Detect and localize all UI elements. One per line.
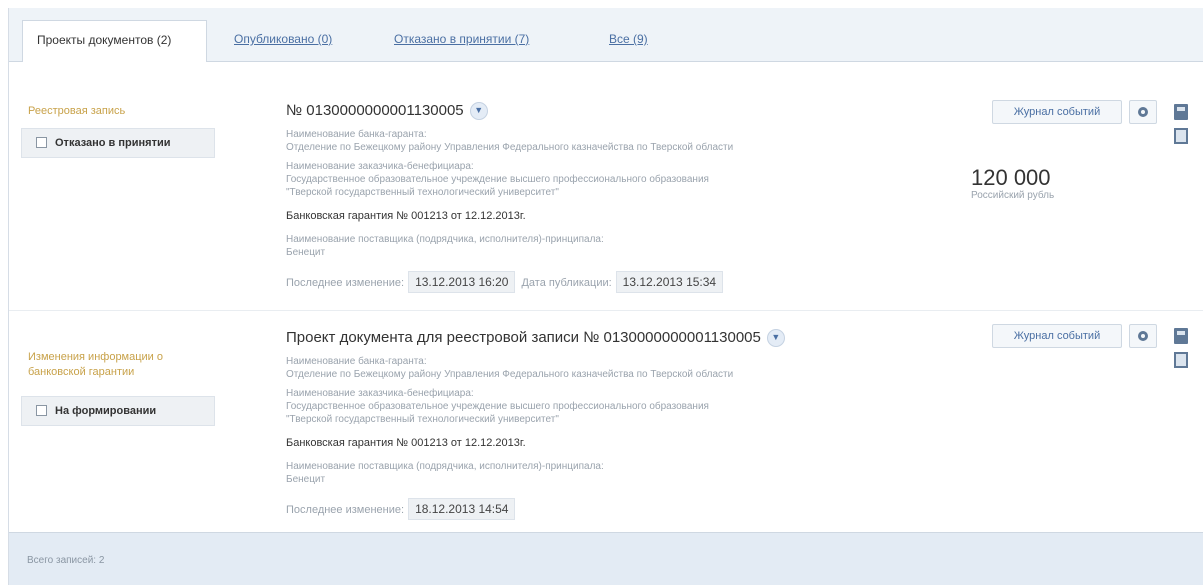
document-icon[interactable]	[1174, 352, 1188, 368]
customer-value: Государственное образовательное учрежден…	[286, 174, 709, 185]
status-checkbox-icon	[36, 136, 47, 148]
tab-rejected[interactable]: Отказано в принятии (7)	[394, 20, 529, 62]
record-number: Проект документа для реестровой записи №…	[286, 329, 761, 346]
customer-label: Наименование заказчика-бенефициара:	[286, 161, 474, 172]
record-details: Проект документа для реестровой записи №…	[286, 327, 886, 520]
divider	[9, 310, 1203, 311]
guarantee-line: Банковская гарантия № 001213 от 12.12.20…	[286, 437, 526, 449]
settings-button[interactable]	[1129, 100, 1157, 124]
chevron-down-icon[interactable]: ▼	[766, 329, 785, 348]
customer-value: Государственное образовательное учрежден…	[286, 401, 709, 412]
event-log-button[interactable]: Журнал событий	[992, 324, 1122, 348]
chevron-down-icon[interactable]: ▼	[469, 102, 488, 121]
record-details: № 0130000000001130005 ▼ Наименование банк…	[286, 100, 886, 293]
document-icon[interactable]	[1174, 128, 1188, 144]
record-dates: Последнее изменение: 13.12.2013 16:20 Дата…	[286, 271, 886, 293]
registry-record: Реестровая запись Отказано в принятии № …	[9, 70, 1203, 310]
supplier-value: Бенецит	[286, 474, 326, 485]
amount-value: 120 000	[971, 165, 1051, 190]
bank-label: Наименование банка-гаранта:	[286, 129, 427, 140]
guarantee-amount: 120 000 Российский рубль	[971, 166, 1054, 202]
list-footer: Всего записей: 2	[9, 532, 1203, 585]
publish-value: 13.12.2013 15:34	[615, 271, 724, 293]
event-log-button[interactable]: Журнал событий	[992, 100, 1122, 124]
currency-label: Российский рубль	[971, 190, 1055, 201]
tab-drafts[interactable]: Проекты документов (2)	[22, 20, 207, 62]
gear-icon	[1138, 107, 1148, 117]
tab-all[interactable]: Все (9)	[609, 20, 648, 62]
registry-panel: Проекты документов (2) Опубликовано (0) …	[8, 8, 1203, 585]
customer-value-cont: "Тверской государственный технологически…	[286, 187, 559, 198]
customer-label: Наименование заказчика-бенефициара:	[286, 388, 474, 399]
record-title: Проект документа для реестровой записи №…	[286, 327, 886, 349]
status-checkbox-icon	[36, 404, 47, 416]
bank-label: Наименование банка-гаранта:	[286, 356, 427, 367]
status-badge: Отказано в принятии	[21, 128, 215, 158]
print-icon[interactable]	[1174, 328, 1188, 344]
supplier-label: Наименование поставщика (подрядчика, исп…	[286, 234, 604, 245]
record-type-label: Изменения информации о банковской гарант…	[28, 350, 163, 380]
total-count: Всего записей: 2	[27, 555, 105, 566]
record-number: № 0130000000001130005	[286, 102, 464, 119]
record-title: № 0130000000001130005 ▼	[286, 100, 886, 122]
status-label: Отказано в принятии	[55, 137, 171, 149]
gear-icon	[1138, 331, 1148, 341]
last-change-value: 18.12.2013 14:54	[408, 498, 516, 520]
record-type-line-1: Изменения информации о	[28, 351, 164, 363]
supplier-value: Бенецит	[286, 247, 326, 258]
last-change-label: Последнее изменение:	[286, 504, 405, 516]
record-dates: Последнее изменение: 18.12.2013 14:54	[286, 498, 886, 520]
status-badge: На формировании	[21, 396, 215, 426]
record-type-line-2: банковской гарантии	[28, 366, 135, 378]
registry-record-draft: Изменения информации о банковской гарант…	[9, 314, 1203, 532]
customer-value-cont: "Тверской государственный технологически…	[286, 414, 559, 425]
publish-label: Дата публикации:	[521, 277, 612, 289]
print-icon[interactable]	[1174, 104, 1188, 120]
status-label: На формировании	[55, 405, 157, 417]
bank-value: Отделение по Бежецкому району Управления…	[286, 142, 734, 153]
supplier-label: Наименование поставщика (подрядчика, исп…	[286, 461, 604, 472]
tab-published[interactable]: Опубликовано (0)	[234, 20, 332, 62]
guarantee-line: Банковская гарантия № 001213 от 12.12.20…	[286, 210, 526, 222]
tab-bar: Проекты документов (2) Опубликовано (0) …	[9, 8, 1203, 62]
record-type-label: Реестровая запись	[28, 105, 126, 117]
last-change-label: Последнее изменение:	[286, 277, 405, 289]
bank-value: Отделение по Бежецкому району Управления…	[286, 369, 734, 380]
last-change-value: 13.12.2013 16:20	[408, 271, 516, 293]
settings-button[interactable]	[1129, 324, 1157, 348]
